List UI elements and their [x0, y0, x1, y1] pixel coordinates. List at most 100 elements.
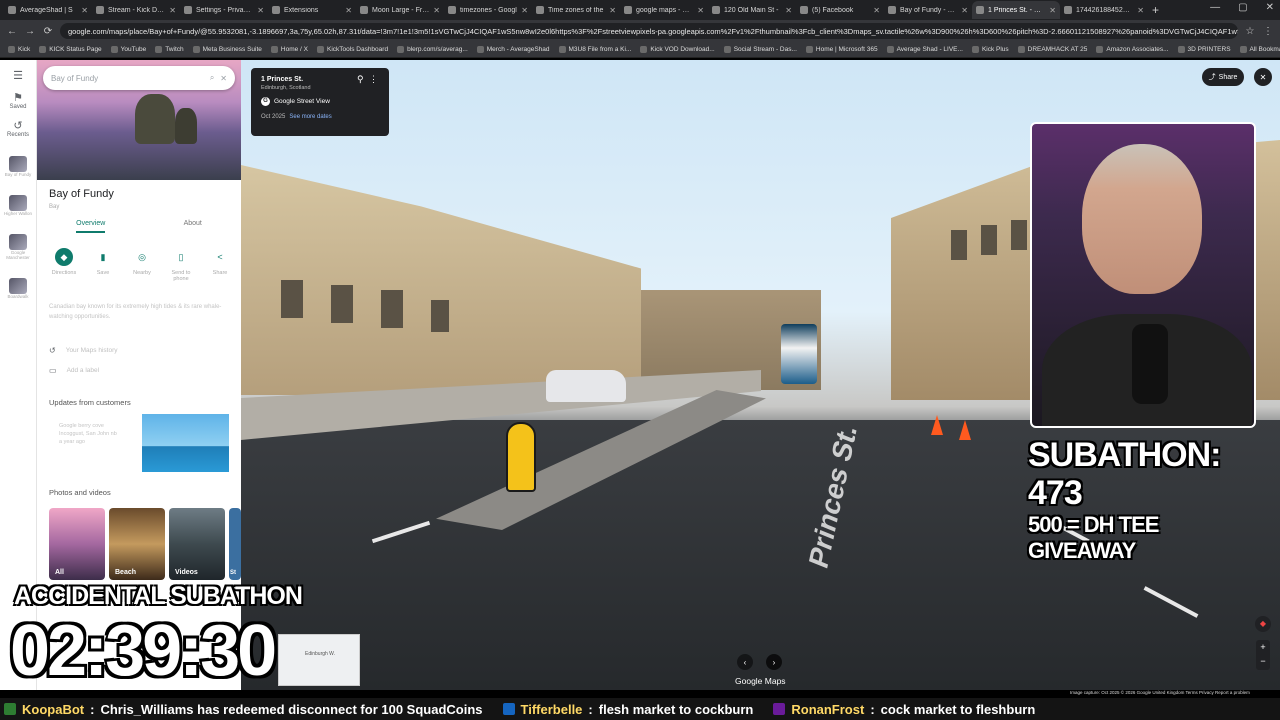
menu-icon[interactable]: ⋮: [1262, 26, 1274, 37]
source-label: Google Street View: [274, 98, 330, 105]
photo-beach[interactable]: Beach: [109, 508, 165, 580]
share-button[interactable]: < Share: [203, 248, 237, 282]
recent-place[interactable]: Bay of Fundy: [0, 148, 36, 177]
update-image[interactable]: [142, 414, 229, 472]
new-tab-button[interactable]: +: [1152, 3, 1159, 17]
send-to-phone-button[interactable]: ▯ Send to phone: [164, 248, 198, 283]
close-tab-icon[interactable]: ✕: [1137, 6, 1144, 15]
saved-button[interactable]: ⚑ Saved: [0, 92, 36, 110]
bookmark-item[interactable]: Twitch: [155, 46, 184, 53]
close-tab-icon[interactable]: ✕: [1049, 6, 1056, 15]
share-label: Share: [1218, 73, 1238, 81]
browser-tab[interactable]: 1744261884521 (8 ✕: [1060, 1, 1148, 19]
compass-icon[interactable]: ◆: [1255, 616, 1271, 632]
address-bar[interactable]: google.com/maps/place/Bay+of+Fundy/@55.9…: [60, 23, 1238, 39]
close-tab-icon[interactable]: ✕: [961, 6, 968, 15]
zoom-control[interactable]: + −: [1256, 640, 1270, 670]
search-icon[interactable]: ⌕: [210, 73, 214, 83]
browser-tab[interactable]: Bay of Fundy - Goo ✕: [884, 1, 972, 19]
photo-all[interactable]: All: [49, 508, 105, 580]
browser-tab[interactable]: (5) Facebook ✕: [796, 1, 884, 19]
search-input[interactable]: Bay of Fundy ⌕ ✕: [43, 66, 235, 90]
browser-tab[interactable]: timezones - Googl ✕: [444, 1, 532, 19]
recent-place[interactable]: Higher Wallon: [0, 187, 36, 216]
close-icon[interactable]: ✕: [1254, 68, 1272, 86]
recent-place[interactable]: Google Manchester: [0, 226, 36, 260]
bookmark-item[interactable]: Meta Business Suite: [192, 46, 262, 53]
browser-tab[interactable]: Settings - Privacy a ✕: [180, 1, 268, 19]
tab-about[interactable]: About: [184, 220, 202, 233]
bookmark-item[interactable]: YouTube: [110, 46, 146, 53]
recent-place[interactable]: Boardwalk: [0, 270, 36, 299]
bookmark-item[interactable]: Kick: [8, 46, 30, 53]
bookmark-item[interactable]: Social Stream - Das...: [723, 46, 797, 53]
bookmark-label: Meta Business Suite: [202, 46, 262, 53]
mini-map[interactable]: Edinburgh W.: [278, 634, 360, 686]
close-tab-icon[interactable]: ✕: [345, 6, 352, 15]
bookmark-item[interactable]: DREAMHACK AT 25: [1017, 46, 1087, 53]
bollard: [506, 422, 536, 492]
star-icon[interactable]: ☆: [1244, 26, 1256, 37]
maps-history-row[interactable]: ↺ Your Maps history: [49, 346, 118, 355]
bookmark-item[interactable]: Home | Microsoft 365: [805, 46, 878, 53]
close-tab-icon[interactable]: ✕: [697, 6, 704, 15]
zoom-out-icon[interactable]: −: [1256, 654, 1270, 668]
browser-tab[interactable]: 1 Princes St. - Goo ✕: [972, 1, 1060, 19]
browser-tab[interactable]: 120 Old Main St - ✕: [708, 1, 796, 19]
pin-icon[interactable]: ⚲: [357, 74, 364, 85]
nearby-button[interactable]: ◎ Nearby: [125, 248, 159, 282]
bookmark-item[interactable]: All Bookmarks: [1239, 46, 1280, 53]
photo-label: St: [230, 570, 236, 576]
save-button[interactable]: ▮ Save: [86, 248, 120, 282]
reload-icon[interactable]: ⟳: [42, 26, 54, 37]
photo-videos[interactable]: Videos: [169, 508, 225, 580]
close-tab-icon[interactable]: ✕: [169, 6, 176, 15]
close-tab-icon[interactable]: ✕: [785, 6, 792, 15]
browser-tab[interactable]: Stream - Kick Dash ✕: [92, 1, 180, 19]
chevron-right-icon[interactable]: ›: [766, 654, 782, 670]
close-window-icon[interactable]: ✕: [1266, 2, 1274, 13]
bookmark-item[interactable]: Amazon Associates...: [1096, 46, 1169, 53]
browser-tab[interactable]: AverageShad | S ✕: [4, 1, 92, 19]
close-tab-icon[interactable]: ✕: [521, 6, 528, 15]
chevron-left-icon[interactable]: ‹: [737, 654, 753, 670]
back-icon[interactable]: ←: [6, 26, 18, 37]
update-post[interactable]: Google berry cove Incoggust, San John nb…: [59, 422, 129, 446]
bookmark-item[interactable]: Home / X: [270, 46, 308, 53]
bookmark-item[interactable]: 3D PRINTERS: [1177, 46, 1231, 53]
bookmark-label: All Bookmarks: [1249, 46, 1280, 53]
zoom-in-icon[interactable]: +: [1256, 640, 1270, 654]
more-icon[interactable]: ⋮: [369, 74, 378, 85]
bookmark-item[interactable]: Kick Plus: [971, 46, 1009, 53]
history-icon: ↺: [49, 346, 56, 355]
bookmark-item[interactable]: blerp.com/s/averag...: [397, 46, 468, 53]
bookmark-item[interactable]: Merch - AverageShad: [476, 46, 550, 53]
add-label-row[interactable]: ▭ Add a label: [49, 366, 99, 375]
browser-tab[interactable]: Time zones of the ✕: [532, 1, 620, 19]
browser-tab[interactable]: google maps - Goo ✕: [620, 1, 708, 19]
bookmark-item[interactable]: KICK Status Page: [39, 46, 102, 53]
close-tab-icon[interactable]: ✕: [257, 6, 264, 15]
browser-tab[interactable]: Extensions ✕: [268, 1, 356, 19]
close-tab-icon[interactable]: ✕: [873, 6, 880, 15]
recents-button[interactable]: ↺ Recents: [0, 120, 36, 138]
close-tab-icon[interactable]: ✕: [433, 6, 440, 15]
tab-overview[interactable]: Overview: [76, 220, 106, 233]
close-icon[interactable]: ✕: [220, 74, 227, 83]
forward-icon[interactable]: →: [24, 26, 36, 37]
bookmark-item[interactable]: M3U8 File from a Ki...: [558, 46, 631, 53]
close-tab-icon[interactable]: ✕: [609, 6, 616, 15]
bookmark-favicon-icon: [8, 46, 15, 53]
browser-tab[interactable]: Moon Large - Free ✕: [356, 1, 444, 19]
photo-street[interactable]: St: [229, 508, 241, 580]
bookmark-item[interactable]: Average Shad - LIVE...: [886, 46, 963, 53]
minimize-icon[interactable]: —: [1210, 2, 1220, 13]
menu-button[interactable]: ☰: [0, 70, 36, 82]
share-button[interactable]: ⤴ Share: [1202, 68, 1244, 86]
see-more-dates-link[interactable]: See more dates: [289, 114, 331, 120]
bookmark-item[interactable]: KickTools Dashboard: [317, 46, 388, 53]
directions-button[interactable]: ◆ Directions: [47, 248, 81, 282]
close-tab-icon[interactable]: ✕: [81, 6, 88, 15]
maximize-icon[interactable]: ▢: [1238, 2, 1247, 13]
bookmark-item[interactable]: Kick VOD Download...: [640, 46, 715, 53]
